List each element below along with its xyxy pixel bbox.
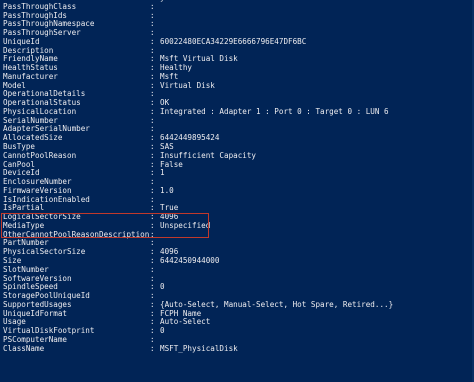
property-row: PhysicalSectorSize:4096 [3, 247, 471, 257]
property-value: 60022480ECA34229E6666796E47DF6BC [160, 36, 307, 46]
property-row: HealthStatus: Healthy [3, 63, 471, 73]
property-name: ClassName [3, 343, 45, 353]
property-value: 6442450944000 [160, 255, 220, 265]
property-row: UniqueIdFormat: FCPH Name [3, 309, 471, 319]
property-row: ClassName: MSFT_PhysicalDisk [3, 343, 471, 354]
property-row: PhysicalLocation: Integrated : Adapter 1 … [3, 106, 471, 117]
property-row: OtherCannotPoolReasonDescription: [3, 230, 471, 240]
property-row: AllocatedSize:6442449895424 [3, 133, 471, 143]
powershell-console[interactable]: }"PassThroughClass:PassThroughIds:PassTh… [0, 0, 474, 382]
property-value: Auto-Select [160, 317, 211, 327]
property-separator: : [150, 343, 155, 353]
property-row: EnclosureNumber: [3, 177, 471, 187]
property-row: UniqueId:60022480ECA34229E6666796E47DF6B… [3, 36, 471, 47]
property-row: SlotNumber: [3, 265, 471, 275]
property-row: SoftwareVersion: [3, 274, 471, 284]
property-row: Size:6442450944000 [3, 255, 471, 266]
property-value: 0 [160, 282, 165, 292]
property-value: MSFT_PhysicalDisk [160, 343, 238, 353]
property-value: 1 [160, 168, 165, 178]
property-row: LogicalSectorSize:4096 [3, 212, 471, 222]
property-row: VirtualDiskFootprint:0 [3, 326, 471, 336]
property-value: 1.0 [160, 185, 174, 195]
property-row: CanPool: False [3, 160, 471, 170]
property-row: DeviceId:1 [3, 169, 471, 178]
property-row: SupportedUsages: {Auto-Select, Manual-Sel… [3, 300, 471, 310]
property-value: Unspecified [160, 220, 211, 230]
property-row: CannotPoolReason: Insufficient Capacity [3, 151, 471, 161]
property-row: Manufacturer: Msft [3, 72, 471, 82]
property-row: PassThroughClass: [3, 2, 471, 12]
property-row: AdapterSerialNumber: [3, 125, 471, 134]
property-list: }"PassThroughClass:PassThroughIds:PassTh… [3, 0, 471, 353]
property-row: FriendlyName: Msft Virtual Disk [3, 55, 471, 64]
property-value: 0 [160, 326, 165, 336]
property-value: Integrated : Adapter 1 : Port 0 : Target… [160, 106, 389, 116]
property-value: Virtual Disk [160, 80, 215, 90]
property-row: IsIndicationEnabled: [3, 195, 471, 205]
